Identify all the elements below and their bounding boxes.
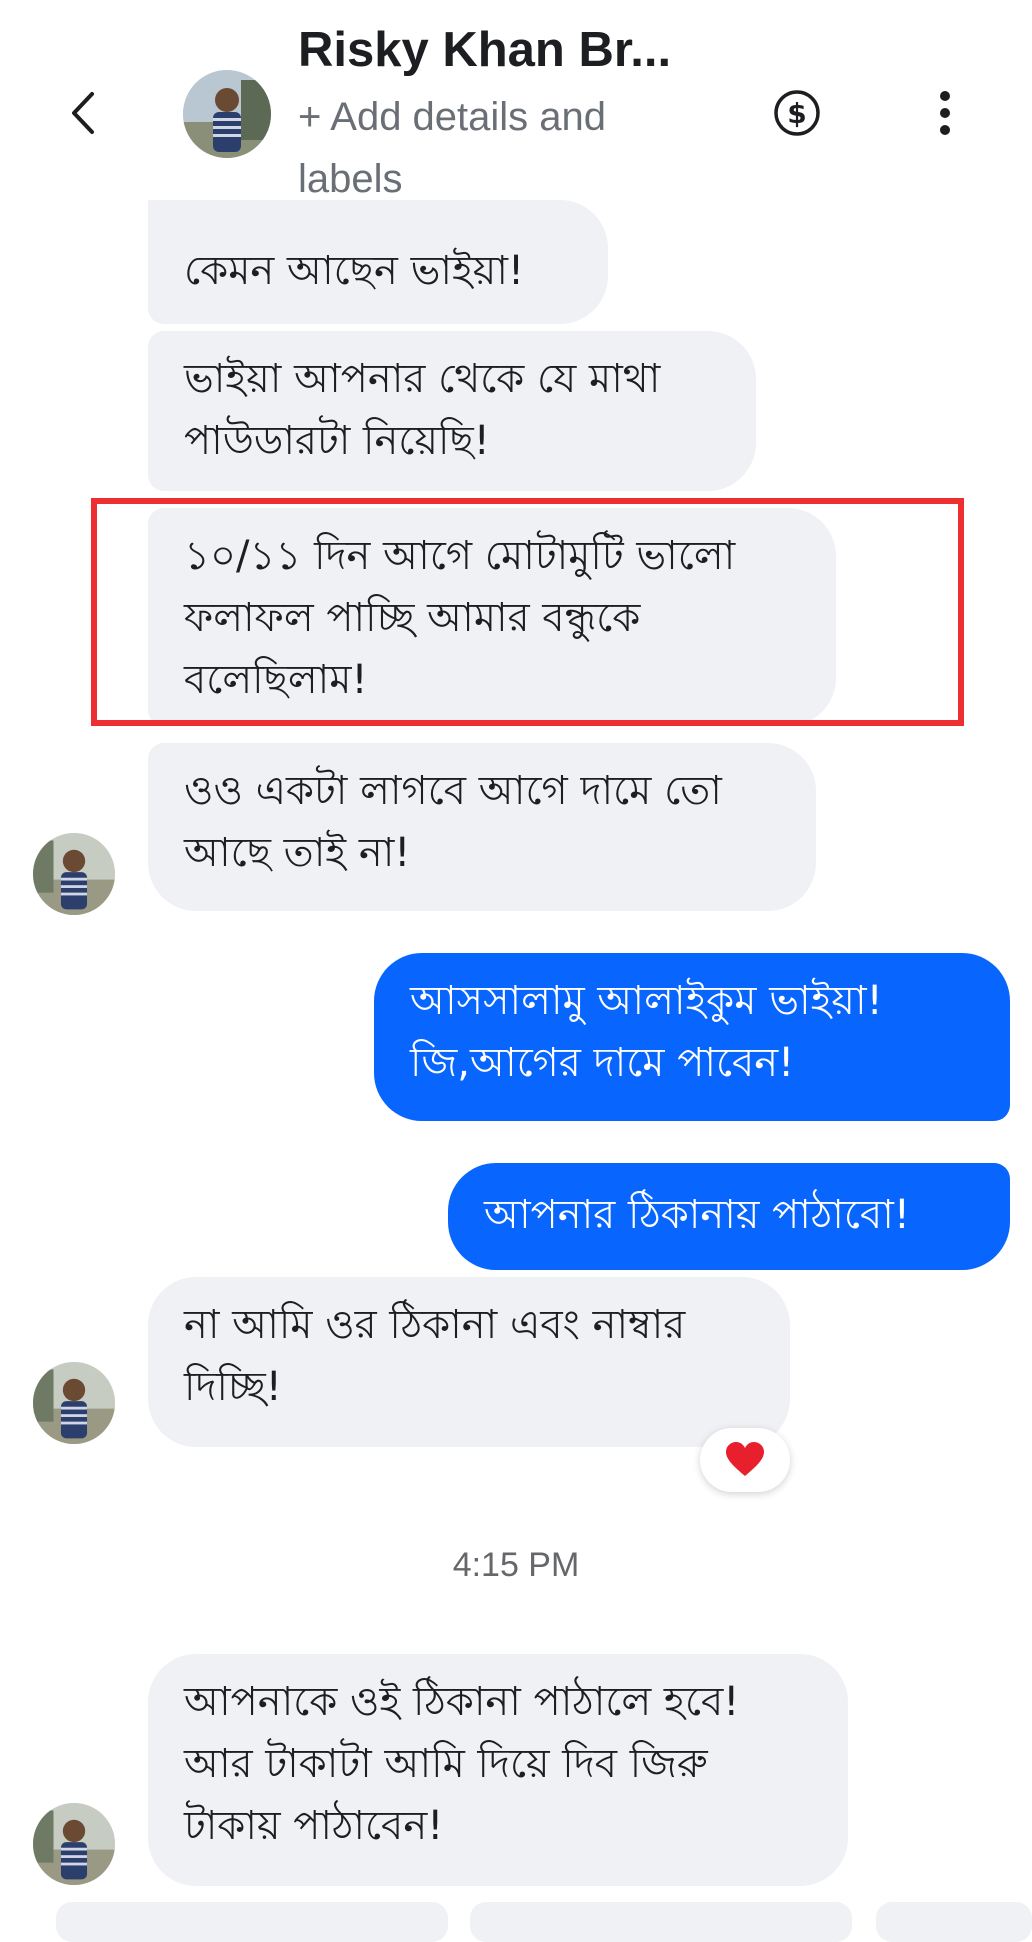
message-reaction[interactable] <box>700 1428 790 1492</box>
contact-avatar[interactable] <box>33 833 115 915</box>
dollar-circle-icon[interactable]: $ <box>772 88 822 138</box>
message-text: আসসালামু আলাইকুম ভাইয়া! জি,আগের দামে পা… <box>410 978 883 1086</box>
message-bubble-incoming[interactable]: আপনাকে ওই ঠিকানা পাঠালে হবে! আর টাকাটা আ… <box>148 1654 848 1886</box>
message-bubble-outgoing[interactable]: আসসালামু আলাইকুম ভাইয়া! জি,আগের দামে পা… <box>374 953 1010 1121</box>
message-text: আপনার ঠিকানায় পাঠাবো! <box>484 1192 910 1238</box>
contact-avatar[interactable] <box>183 70 271 158</box>
quick-reply-chip[interactable] <box>470 1902 852 1942</box>
quick-reply-chip[interactable] <box>876 1902 1032 1942</box>
add-details-link[interactable]: + Add details and labels <box>298 86 718 210</box>
message-text: আপনাকে ওই ঠিকানা পাঠালে হবে! আর টাকাটা আ… <box>184 1679 740 1849</box>
timestamp: 4:15 PM <box>452 1546 580 1584</box>
message-bubble-outgoing[interactable]: আপনার ঠিকানায় পাঠাবো! <box>448 1163 1010 1270</box>
message-bubble-incoming[interactable]: ভাইয়া আপনার থেকে যে মাথা পাউডারটা নিয়ে… <box>148 331 756 491</box>
more-vertical-icon[interactable] <box>930 88 960 138</box>
message-text: ভাইয়া আপনার থেকে যে মাথা পাউডারটা নিয়ে… <box>184 356 661 464</box>
quick-reply-chip[interactable] <box>56 1902 448 1942</box>
message-text: না আমি ওর ঠিকানা এবং নাম্বার দিচ্ছি! <box>184 1302 686 1410</box>
message-text: কেমন আছেন ভাইয়া! <box>184 248 524 294</box>
back-chevron-icon[interactable] <box>62 88 106 138</box>
contact-avatar[interactable] <box>33 1803 115 1885</box>
heart-icon <box>726 1442 764 1476</box>
message-bubble-incoming[interactable]: না আমি ওর ঠিকানা এবং নাম্বার দিচ্ছি! <box>148 1277 790 1447</box>
message-text: ওও একটা লাগবে আগে দামে তো আছে তাই না! <box>184 768 722 876</box>
message-bubble-incoming[interactable]: ওও একটা লাগবে আগে দামে তো আছে তাই না! <box>148 743 816 911</box>
message-bubble-incoming[interactable]: কেমন আছেন ভাইয়া! <box>148 200 608 324</box>
contact-avatar[interactable] <box>33 1362 115 1444</box>
highlight-box <box>91 498 964 726</box>
contact-name[interactable]: Risky Khan Br... <box>298 22 671 78</box>
svg-text:$: $ <box>787 97 806 130</box>
